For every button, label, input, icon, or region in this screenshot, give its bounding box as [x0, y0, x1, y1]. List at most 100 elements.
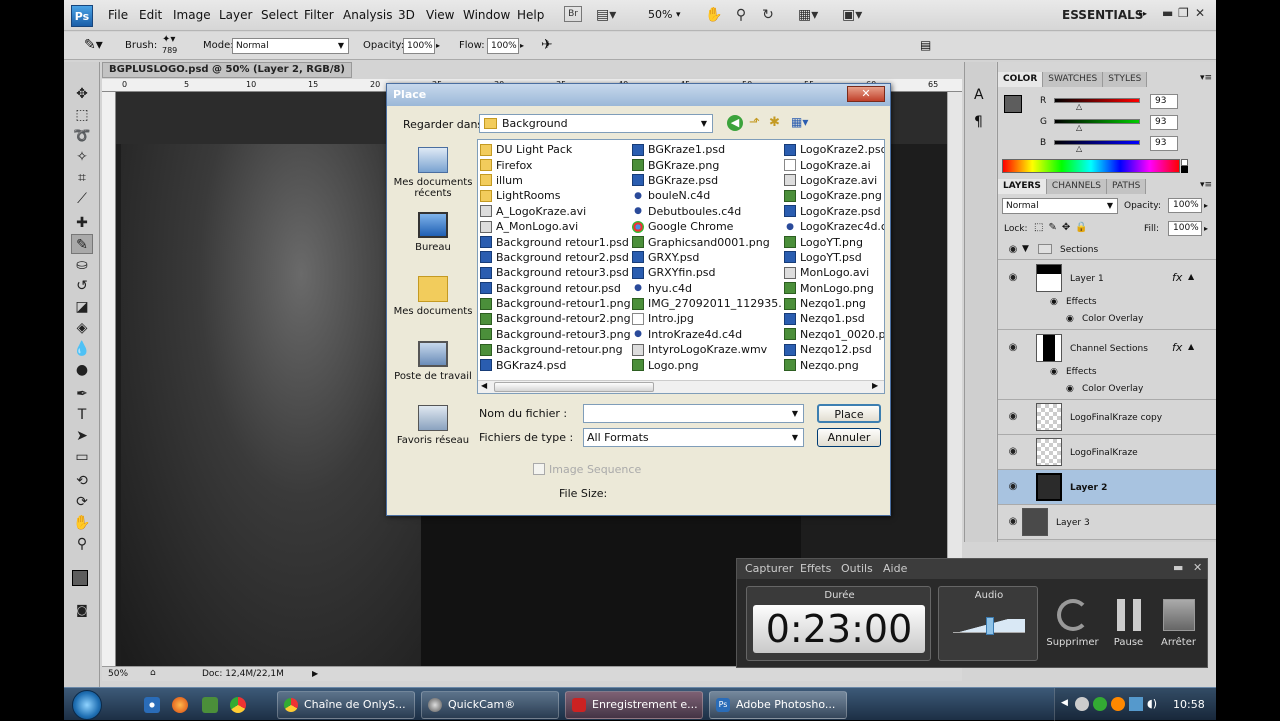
file-item[interactable]: Background-retour.png	[480, 342, 630, 357]
file-item[interactable]: A_LogoKraze.avi	[480, 204, 630, 219]
status-info-icon[interactable]: ⌂	[150, 668, 156, 678]
file-item[interactable]: BGKraze1.psd	[632, 142, 782, 157]
file-item[interactable]: LightRooms	[480, 188, 630, 203]
opacity-input[interactable]: 100%	[403, 38, 435, 54]
back-icon[interactable]: ◀	[727, 115, 743, 131]
file-item[interactable]: Intro.jpg	[632, 311, 782, 326]
quick-mask-icon[interactable]: ◙	[71, 600, 93, 620]
close-icon[interactable]: ✕	[1195, 6, 1205, 20]
new-folder-icon[interactable]: ✱	[769, 115, 780, 130]
tab-paths[interactable]: PATHS	[1107, 179, 1147, 194]
effects-toggle-icon[interactable]: ▲	[1188, 272, 1194, 281]
file-item[interactable]: Background retour.psd	[480, 281, 630, 296]
menu-file[interactable]: File	[108, 8, 128, 22]
screen-mode-icon[interactable]: ▣▾	[842, 6, 862, 24]
up-folder-icon[interactable]: ⬏	[749, 115, 760, 130]
recorder-close-icon[interactable]: ✕	[1193, 561, 1202, 574]
color-spectrum-ramp[interactable]	[1002, 159, 1180, 173]
firefox-icon[interactable]	[172, 697, 188, 713]
cancel-button[interactable]: Annuler	[817, 428, 881, 447]
fx-icon[interactable]: fx	[1172, 341, 1182, 354]
file-item[interactable]: Background retour3.psd	[480, 265, 630, 280]
layer-row[interactable]: ◉ LogoFinalKraze	[998, 435, 1216, 470]
file-item[interactable]: LogoKraze.ai	[784, 157, 884, 172]
recorder-menu-help[interactable]: Aide	[883, 562, 907, 575]
restore-icon[interactable]: ❐	[1178, 6, 1189, 20]
channel-b-slider[interactable]	[1054, 140, 1140, 145]
file-item[interactable]: Background retour1.psd	[480, 234, 630, 249]
lasso-tool-icon[interactable]: ➰	[71, 126, 93, 146]
scroll-left-icon[interactable]: ◀	[481, 381, 487, 390]
task-photoshop[interactable]: Ps Adobe Photosho...	[709, 691, 847, 719]
3d-orbit-icon[interactable]: ⟳	[71, 492, 93, 512]
pen-tool-icon[interactable]: ✒	[71, 384, 93, 404]
clock[interactable]: 10:58	[1173, 698, 1205, 711]
place-my-computer[interactable]: Poste de travail	[393, 341, 473, 382]
tablet-pressure-icon[interactable]: ▤	[920, 38, 931, 52]
lock-icons[interactable]: ⬚✎✥🔒	[1034, 222, 1093, 233]
tray-app-icon[interactable]	[1111, 697, 1125, 711]
file-item[interactable]: Firefox	[480, 157, 630, 172]
filename-input[interactable]: ▼	[583, 404, 804, 423]
layer-opacity-slider-icon[interactable]: ▸	[1204, 201, 1208, 210]
pause-control[interactable]: Pause	[1101, 599, 1156, 648]
layer-row-selected[interactable]: ◉ Layer 2	[998, 470, 1216, 505]
tab-layers[interactable]: LAYERS	[998, 179, 1047, 194]
photoshop-logo-icon[interactable]: Ps	[71, 5, 93, 27]
app-box-icon[interactable]	[202, 697, 218, 713]
visibility-eye-icon[interactable]: ◉	[1006, 341, 1020, 355]
fill-slider-icon[interactable]: ▸	[1204, 224, 1208, 233]
tray-expand-icon[interactable]: ◀	[1061, 698, 1068, 708]
task-quickcam[interactable]: QuickCam®	[421, 691, 559, 719]
look-in-select[interactable]: Background ▼	[479, 114, 713, 133]
workspace-dropdown-icon[interactable]: ▸▸	[1139, 9, 1147, 18]
file-item[interactable]: Background-retour3.png	[480, 327, 630, 342]
visibility-eye-icon[interactable]: ◉	[1006, 445, 1020, 459]
menu-image[interactable]: Image	[173, 8, 211, 22]
marquee-tool-icon[interactable]: ⬚	[71, 105, 93, 125]
file-item[interactable]: Logo.png	[632, 357, 782, 372]
bridge-icon[interactable]: Br	[564, 6, 582, 22]
path-select-icon[interactable]: ➤	[71, 426, 93, 446]
tray-app-icon[interactable]	[1075, 697, 1089, 711]
3d-rotate-icon[interactable]: ⟲	[71, 471, 93, 491]
channel-b-input[interactable]: 93	[1150, 136, 1178, 151]
eraser-icon[interactable]: ◪	[71, 297, 93, 317]
channel-r-slider[interactable]	[1054, 98, 1140, 103]
menu-layer[interactable]: Layer	[219, 8, 252, 22]
file-item[interactable]: illum	[480, 173, 630, 188]
delete-control[interactable]: Supprimer	[1045, 599, 1100, 648]
channel-g-slider[interactable]	[1054, 119, 1140, 124]
mode-select[interactable]: Normal ▼	[232, 38, 349, 54]
blend-mode-select[interactable]: Normal ▼	[1002, 198, 1118, 214]
file-item[interactable]: Background-retour2.png	[480, 311, 630, 326]
file-list-hscrollbar[interactable]: ◀ ▶	[478, 380, 884, 393]
place-desktop[interactable]: Bureau	[393, 212, 473, 253]
layers-menu-icon[interactable]: ▾≡	[1200, 180, 1212, 190]
file-item[interactable]: Nezqo1_0020.png	[784, 327, 884, 342]
color-fg-swatch[interactable]	[1004, 95, 1022, 113]
zoom-dropdown-icon[interactable]: ▾	[676, 10, 681, 20]
brush-preset-icon[interactable]: ✎▾	[84, 37, 103, 53]
clone-stamp-icon[interactable]: ⛀	[71, 255, 93, 275]
file-item[interactable]: MonLogo.avi	[784, 265, 884, 280]
network-tray-icon[interactable]	[1129, 697, 1143, 711]
image-sequence-checkbox[interactable]	[533, 463, 545, 475]
dialog-close-button[interactable]: ✕	[847, 86, 885, 102]
crop-tool-icon[interactable]: ⌗	[71, 168, 93, 188]
file-item[interactable]: ● hyu.c4d	[632, 281, 782, 296]
place-recent-documents[interactable]: Mes documents récents	[393, 147, 473, 199]
volume-icon[interactable]: ◖)	[1147, 697, 1157, 710]
dodge-tool-icon[interactable]: ●	[71, 360, 93, 380]
file-item[interactable]: LogoYT.psd	[784, 250, 884, 265]
zoom-tool-box-icon[interactable]: ⚲	[71, 534, 93, 554]
effect-eye-icon[interactable]: ◉	[1066, 384, 1074, 394]
type-tool-icon[interactable]: T	[71, 405, 93, 425]
workspace-switcher[interactable]: ESSENTIALS	[1062, 8, 1143, 22]
menu-select[interactable]: Select	[261, 8, 298, 22]
visibility-eye-icon[interactable]: ◉	[1006, 480, 1020, 494]
file-item[interactable]: BGKraz4.psd	[480, 357, 630, 372]
effect-eye-icon[interactable]: ◉	[1066, 314, 1074, 324]
fill-input[interactable]: 100%	[1168, 221, 1202, 236]
hand-tool-icon[interactable]: ✋	[71, 513, 93, 533]
